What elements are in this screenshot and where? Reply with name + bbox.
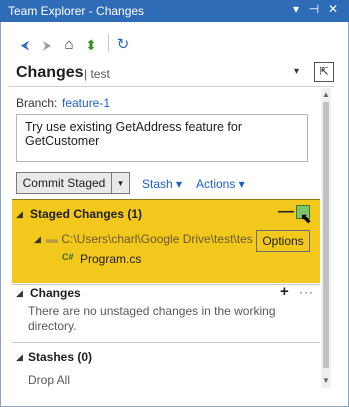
changes-divider — [12, 284, 320, 285]
stash-link[interactable]: Stash ▾ — [142, 177, 182, 191]
refresh-icon[interactable]: ↻ — [114, 36, 132, 54]
title-bar: Team Explorer - Changes ▾ ⊣ ✕ — [0, 0, 349, 22]
staged-file[interactable]: Program.cs — [80, 252, 141, 266]
back-icon[interactable]: ⮜ — [16, 36, 34, 54]
staged-changes-title[interactable]: Staged Changes (1) — [30, 207, 142, 221]
navigate-icon[interactable]: ⇱ — [314, 62, 334, 82]
changes-collapse-icon[interactable]: ◢ — [16, 288, 23, 299]
staged-divider — [12, 199, 320, 200]
csharp-file-icon: C# — [62, 252, 74, 262]
actions-link[interactable]: Actions ▾ — [196, 177, 245, 191]
stashes-collapse-icon[interactable]: ◢ — [16, 352, 23, 363]
vertical-scrollbar[interactable]: ▲ ▼ — [321, 88, 331, 388]
page-subtitle: | test — [84, 67, 110, 81]
plug-icon[interactable]: ⬍ — [82, 36, 100, 54]
folder-collapse-icon[interactable]: ◢ — [34, 234, 41, 245]
forward-icon[interactable]: ⮞ — [38, 36, 56, 54]
scroll-thumb[interactable] — [323, 102, 329, 368]
commit-message-field[interactable]: Try use existing GetAddress feature for … — [16, 114, 308, 162]
stashes-divider — [12, 342, 320, 343]
commit-dropdown-icon[interactable]: ▾ — [112, 172, 130, 194]
toolbar-separator — [108, 34, 109, 52]
commit-staged-button[interactable]: Commit Staged — [16, 172, 112, 194]
pin-icon[interactable]: ⊣ — [306, 2, 322, 16]
mouse-cursor-icon: ⬉ — [300, 210, 312, 226]
close-icon[interactable]: ✕ — [325, 2, 341, 16]
window-menu-icon[interactable]: ▾ — [288, 2, 304, 16]
branch-link[interactable]: feature-1 — [62, 96, 110, 110]
unstage-all-icon[interactable]: — — [278, 203, 294, 221]
folder-path: C:\Users\charl\Google Drive\test\tes — [61, 232, 253, 246]
collapse-icon[interactable]: ◢ — [16, 209, 23, 220]
drop-all-link[interactable]: Drop All — [28, 373, 70, 387]
window-title: Team Explorer - Changes — [8, 4, 145, 18]
page-title: Changes — [16, 64, 84, 81]
page-menu-icon[interactable]: ▾ — [294, 66, 299, 77]
scroll-up-icon[interactable]: ▲ — [321, 90, 331, 99]
options-tooltip: Options — [256, 230, 310, 252]
folder-icon: ▬ — [46, 232, 62, 246]
no-changes-text: There are no unstaged changes in the wor… — [28, 304, 276, 333]
header-divider — [8, 86, 334, 87]
stage-all-icon[interactable]: + — [280, 283, 289, 300]
home-icon[interactable]: ⌂ — [60, 36, 78, 54]
changes-title[interactable]: Changes — [30, 286, 81, 300]
scroll-down-icon[interactable]: ▼ — [321, 376, 331, 385]
stashes-title[interactable]: Stashes (0) — [28, 350, 92, 364]
more-options-icon[interactable]: ··· — [299, 285, 314, 299]
staged-folder[interactable]: ▬ C:\Users\charl\Google Drive\test\tes — [46, 232, 253, 246]
repo-name: test — [90, 67, 110, 81]
branch-label: Branch: — [16, 96, 58, 110]
